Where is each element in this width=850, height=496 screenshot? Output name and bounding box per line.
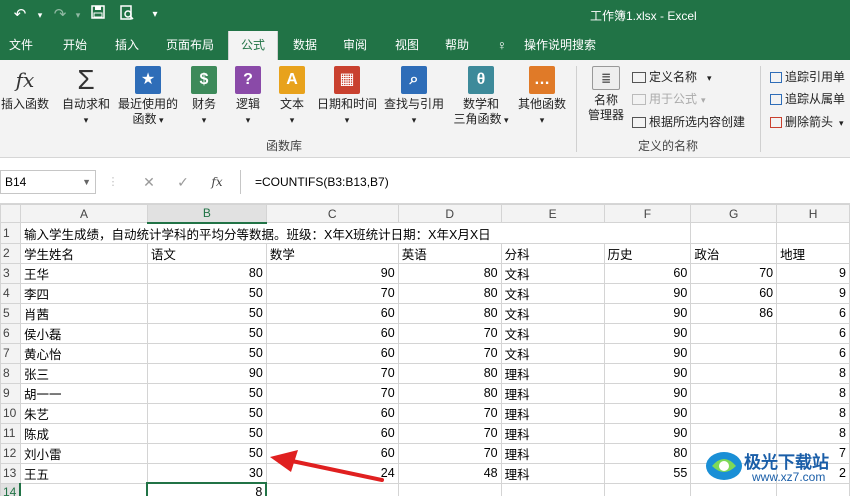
trace-dependents-icon <box>770 94 782 106</box>
lightbulb-icon: ♀ <box>496 37 508 53</box>
tab-page-layout[interactable]: 页面布局 <box>162 31 218 60</box>
trace-precedents-icon <box>770 72 782 84</box>
ribbon-formulas: fx 插入函数 Σ 自动求和 ▾ ★ 最近使用的 函数 ▾ $ 财务 ▾ ? 逻辑 ▾ … <box>0 60 850 158</box>
more-book-icon: … <box>529 66 555 94</box>
question-book-icon: ? <box>235 66 261 94</box>
create-from-selection-button[interactable]: 根据所选内容创建 <box>632 113 745 131</box>
name-box[interactable]: B14 ▼ <box>0 170 96 194</box>
tab-formulas[interactable]: 公式 <box>228 31 278 60</box>
group-function-library: 函数库 <box>266 139 303 153</box>
tab-insert[interactable]: 插入 <box>110 31 144 60</box>
recently-used-button[interactable]: ★ 最近使用的 函数 ▾ <box>116 64 180 128</box>
redo-icon[interactable]: ↷ <box>50 5 70 25</box>
name-manager-button[interactable]: ≣ 名称 管理器 <box>582 64 630 123</box>
group-defined-names: 定义的名称 <box>638 139 699 153</box>
tab-home[interactable]: 开始 <box>58 31 92 60</box>
enter-icon[interactable]: ✓ <box>172 170 194 194</box>
remove-arrows-icon <box>770 117 782 129</box>
watermark-url: www.xz7.com <box>752 470 826 484</box>
insert-function-button[interactable]: fx 插入函数 <box>0 64 50 112</box>
sigma-icon: Σ <box>77 64 95 95</box>
redo-dropdown-icon[interactable]: ▾ <box>68 5 88 25</box>
finance-book-icon: $ <box>191 66 217 94</box>
chevron-down-icon[interactable]: ▼ <box>82 171 91 193</box>
document-title: 工作簿1.xlsx - Excel <box>590 9 697 23</box>
title-bar: ↶ ▾ ↷ ▾ ▾ 工作簿1.xlsx - Excel <box>0 0 850 31</box>
trace-precedents-button[interactable]: 追踪引用单 <box>770 68 845 86</box>
logical-button[interactable]: ? 逻辑 ▾ <box>230 64 266 128</box>
tab-review[interactable]: 审阅 <box>338 31 372 60</box>
formula-input[interactable]: =COUNTIFS(B3:B13,B7) <box>240 170 850 194</box>
ribbon-tabs: 文件 开始 插入 页面布局 公式 数据 审阅 视图 帮助 ♀ 操作说明搜索 <box>0 31 850 60</box>
magnifier-book-icon: ⌕ <box>401 66 427 94</box>
watermark-logo-icon <box>706 452 742 480</box>
ribbon-separator <box>760 66 761 152</box>
tab-view[interactable]: 视图 <box>390 31 424 60</box>
star-book-icon: ★ <box>135 66 161 94</box>
lookup-reference-button[interactable]: ⌕ 查找与引用 ▾ <box>382 64 446 128</box>
grid-icon <box>632 117 646 129</box>
tell-me-search[interactable]: 操作说明搜索 <box>518 31 602 60</box>
print-preview-icon[interactable] <box>117 5 137 25</box>
formula-tag-icon <box>632 94 646 106</box>
customize-quick-access-icon[interactable]: ▾ <box>145 5 165 25</box>
date-time-button[interactable]: ▦ 日期和时间 ▾ <box>314 64 380 128</box>
financial-button[interactable]: $ 财务 ▾ <box>186 64 222 128</box>
more-options-icon[interactable]: ⋮ <box>102 170 124 194</box>
fx-icon: fx <box>15 68 35 92</box>
tab-help[interactable]: 帮助 <box>440 31 474 60</box>
calendar-icon: ▦ <box>334 66 360 94</box>
tab-file[interactable]: 文件 <box>6 31 36 60</box>
formula-bar: B14 ▼ ⋮ ✕ ✓ fx =COUNTIFS(B3:B13,B7) <box>0 158 850 204</box>
theta-book-icon: θ <box>468 66 494 94</box>
tab-data[interactable]: 数据 <box>288 31 322 60</box>
save-icon[interactable] <box>88 5 108 25</box>
define-name-button[interactable]: 定义名称 ▾ <box>632 68 712 87</box>
more-functions-button[interactable]: … 其他函数 ▾ <box>514 64 570 128</box>
trace-dependents-button[interactable]: 追踪从属单 <box>770 90 845 108</box>
undo-dropdown-icon[interactable]: ▾ <box>30 5 50 25</box>
ribbon-separator <box>576 66 577 152</box>
undo-icon[interactable]: ↶ <box>10 5 30 25</box>
autosum-button[interactable]: Σ 自动求和 ▾ <box>60 64 112 128</box>
insert-function-icon[interactable]: fx <box>206 170 228 194</box>
text-book-icon: A <box>279 66 305 94</box>
use-in-formula-button[interactable]: 用于公式 ▾ <box>632 90 706 109</box>
name-tags-icon: ≣ <box>592 66 620 90</box>
text-button[interactable]: A 文本 ▾ <box>274 64 310 128</box>
tag-icon <box>632 72 646 84</box>
watermark: 极光下载站 www.xz7.com <box>700 440 850 496</box>
math-trig-button[interactable]: θ 数学和 三角函数 ▾ <box>450 64 512 128</box>
remove-arrows-button[interactable]: 删除箭头 ▾ <box>770 113 844 132</box>
cancel-icon[interactable]: ✕ <box>138 170 160 194</box>
